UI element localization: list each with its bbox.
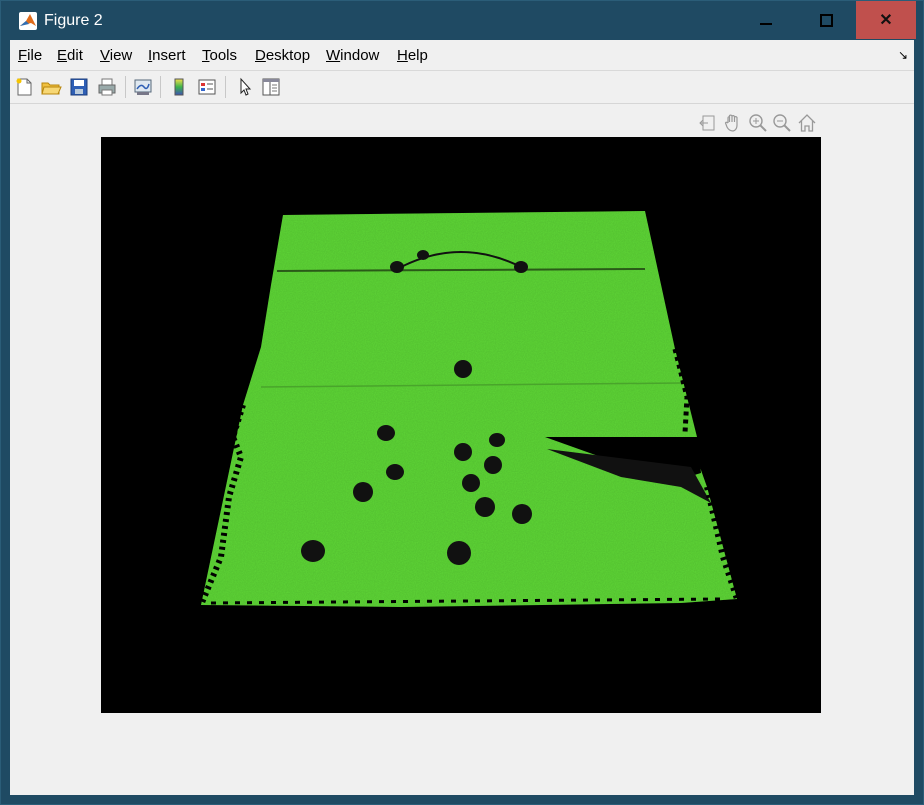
minimize-button[interactable] — [736, 1, 796, 39]
menu-desktop[interactable]: Desktop — [255, 47, 310, 64]
minimize-icon — [760, 23, 772, 25]
menu-insert[interactable]: Insert — [148, 47, 186, 64]
insert-colorbar-icon[interactable] — [168, 76, 190, 98]
menu-view[interactable]: View — [100, 47, 132, 64]
menu-bar: File Edit View Insert Tools Desktop Wind… — [10, 40, 914, 71]
link-plot-icon[interactable] — [132, 76, 154, 98]
window-title: Figure 2 — [44, 12, 103, 29]
menu-file[interactable]: File — [18, 47, 42, 64]
title-bar[interactable]: Figure 2 ✕ — [1, 1, 923, 40]
home-icon[interactable] — [796, 112, 818, 134]
maximize-icon — [819, 13, 833, 27]
close-button[interactable]: ✕ — [856, 1, 916, 39]
toolbar-separator — [125, 76, 126, 98]
image-axes[interactable] — [101, 137, 821, 713]
print-icon[interactable] — [96, 76, 118, 98]
export-icon[interactable] — [697, 112, 719, 134]
pan-icon[interactable] — [722, 112, 744, 134]
figure-client-area: File Edit View Insert Tools Desktop Wind… — [10, 40, 914, 795]
menu-window[interactable]: Window — [326, 47, 379, 64]
segmented-image — [198, 211, 740, 607]
zoom-in-icon[interactable] — [747, 112, 769, 134]
save-icon[interactable] — [68, 76, 90, 98]
menu-tools[interactable]: Tools — [202, 47, 237, 64]
property-inspector-icon[interactable] — [260, 76, 282, 98]
toolbar-separator — [225, 76, 226, 98]
toolbar-separator — [160, 76, 161, 98]
matlab-logo-icon — [19, 12, 37, 30]
open-file-icon[interactable] — [40, 76, 62, 98]
edit-plot-icon[interactable] — [234, 76, 256, 98]
insert-legend-icon[interactable] — [196, 76, 218, 98]
zoom-out-icon[interactable] — [771, 112, 793, 134]
figure-window: Figure 2 ✕ File Edit View Insert Tools D… — [0, 0, 924, 805]
dock-arrow-icon[interactable]: ↘ — [898, 48, 908, 62]
close-icon: ✕ — [879, 12, 893, 29]
menu-edit[interactable]: Edit — [57, 47, 83, 64]
figure-toolbar — [10, 71, 914, 104]
new-figure-icon[interactable] — [13, 76, 35, 98]
maximize-button[interactable] — [796, 1, 856, 39]
menu-help[interactable]: Help — [397, 47, 428, 64]
